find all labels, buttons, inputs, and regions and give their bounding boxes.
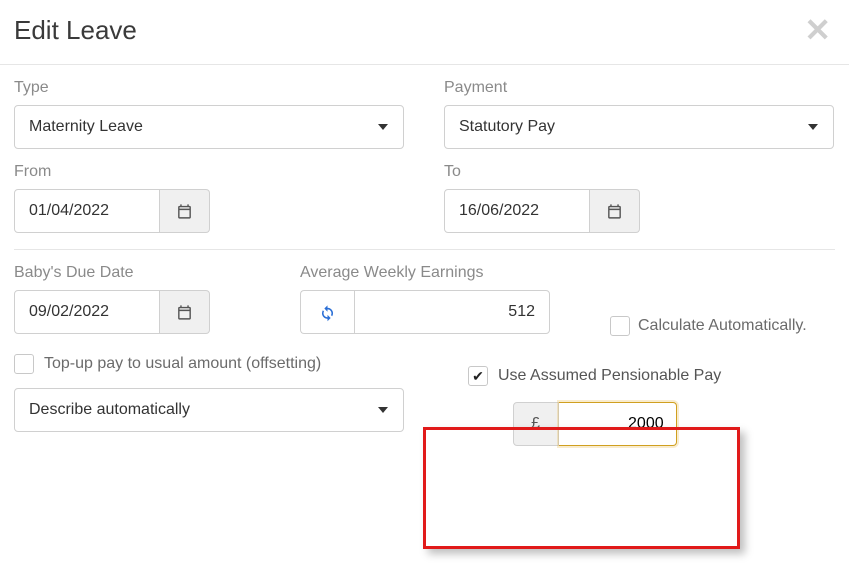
- modal-title: Edit Leave: [14, 15, 137, 46]
- calendar-icon: [606, 203, 623, 220]
- assumed-pensionable-checkbox[interactable]: [468, 366, 488, 386]
- from-date-input[interactable]: [14, 189, 160, 233]
- calendar-icon: [176, 203, 193, 220]
- modal-header: Edit Leave ✕: [0, 0, 849, 65]
- calculate-auto-label: Calculate Automatically.: [638, 317, 807, 335]
- assumed-amount-input[interactable]: [559, 402, 677, 446]
- avg-weekly-input[interactable]: [354, 290, 550, 334]
- calendar-icon: [176, 304, 193, 321]
- topup-checkbox[interactable]: [14, 354, 34, 374]
- to-date-input[interactable]: [444, 189, 590, 233]
- type-label: Type: [14, 79, 404, 97]
- payment-label: Payment: [444, 79, 834, 97]
- close-icon[interactable]: ✕: [804, 14, 831, 46]
- assumed-pensionable-label: Use Assumed Pensionable Pay: [498, 367, 721, 385]
- currency-symbol: £: [513, 402, 559, 446]
- due-date-picker-button[interactable]: [160, 290, 210, 334]
- to-label: To: [444, 163, 834, 181]
- refresh-icon: [318, 303, 337, 322]
- refresh-awe-button[interactable]: [300, 290, 354, 334]
- due-date-input[interactable]: [14, 290, 160, 334]
- to-date-picker-button[interactable]: [590, 189, 640, 233]
- from-date-picker-button[interactable]: [160, 189, 210, 233]
- section-divider: [14, 249, 835, 250]
- avg-weekly-label: Average Weekly Earnings: [300, 264, 550, 282]
- type-select[interactable]: Maternity Leave: [14, 105, 404, 149]
- topup-label: Top-up pay to usual amount (offsetting): [44, 355, 321, 373]
- due-date-label: Baby's Due Date: [14, 264, 210, 282]
- from-label: From: [14, 163, 404, 181]
- describe-select[interactable]: Describe automatically: [14, 388, 404, 432]
- payment-select[interactable]: Statutory Pay: [444, 105, 834, 149]
- calculate-auto-checkbox[interactable]: [610, 316, 630, 336]
